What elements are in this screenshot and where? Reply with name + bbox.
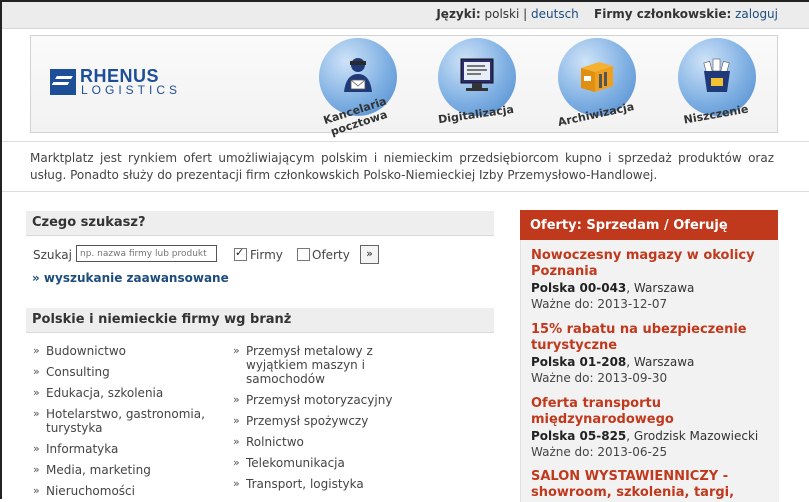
firms-checkbox[interactable]: [234, 246, 247, 261]
chevron-right-icon: »: [33, 344, 40, 357]
industry-link[interactable]: » Przemysł spożywczy: [233, 414, 369, 428]
chevron-right-icon: »: [33, 386, 40, 399]
offer-postcode: Polska 01-208: [531, 355, 627, 369]
languages-label: Języki:: [436, 7, 481, 21]
offer-item[interactable]: Oferta transportu międzynarodowego Polsk…: [531, 396, 771, 460]
industry-link[interactable]: » Przemysł metalowy z wyjątkiem maszyn i …: [233, 344, 381, 386]
industry-link[interactable]: » Przemysł motoryzacyjny: [233, 393, 393, 407]
language-deutsch-link[interactable]: deutsch: [531, 7, 579, 21]
industry-label: Przemysł metalowy z wyjątkiem maszyn i s…: [246, 344, 373, 386]
members-label: Firmy członkowskie:: [594, 7, 732, 21]
offer-location: Polska 01-208, Warszawa: [531, 354, 771, 370]
industry-label: Informatyka: [46, 442, 119, 456]
offers-checkbox[interactable]: [297, 248, 310, 261]
archive-box-icon: [581, 62, 613, 92]
intro-text: Marktplatz jest rynkiem ofert umożliwiaj…: [30, 151, 774, 182]
industry-label: Nieruchomości: [46, 484, 135, 498]
industry-label: Przemysł motoryzacyjny: [246, 393, 393, 407]
chevron-right-icon: »: [233, 414, 240, 427]
offer-location: Polska 05-825, Grodzisk Mazowiecki: [531, 428, 771, 444]
offer-item[interactable]: Nowoczesny magazy w okolicy Poznania Pol…: [531, 248, 771, 312]
language-current: polski: [484, 7, 520, 21]
chevron-right-icon: »: [33, 484, 40, 497]
offer-location: Polska 00-043, Warszawa: [531, 280, 771, 296]
industry-link[interactable]: » Telekomunikacja: [233, 456, 345, 470]
offers-heading: Oferty: Sprzedam / Oferuję: [520, 210, 778, 240]
service-kancelaria[interactable]: Kancelaria pocztowa: [314, 38, 397, 138]
monitor-icon: [460, 58, 494, 91]
industry-label: Telekomunikacja: [246, 456, 345, 470]
industry-label: Hotelarstwo, gastronomia, turystyka: [46, 407, 205, 435]
industry-label: Consulting: [46, 365, 110, 379]
offer-item[interactable]: SALON WYSTAWIENNICZY - showroom, szkolen…: [531, 469, 771, 501]
rhenus-logo[interactable]: RHENUS LOGISTICS: [50, 66, 200, 99]
search-row: Szukaj Firmy Oferty »: [33, 245, 493, 265]
offer-item[interactable]: 15% rabatu na ubezpieczenie turystyczne …: [531, 322, 771, 386]
offer-valid-date: Ważne do: 2013-12-07: [531, 297, 668, 311]
industry-label: Media, marketing: [46, 463, 151, 477]
login-link[interactable]: zaloguj: [735, 7, 778, 21]
offers-heading-text: Oferty: Sprzedam / Oferuję: [530, 218, 728, 233]
divider: [2, 191, 809, 192]
chevron-right-icon: »: [33, 407, 40, 420]
offers-checkbox-label[interactable]: Oferty: [312, 248, 350, 262]
shredder-icon: [703, 58, 730, 92]
chevron-right-icon: »: [233, 344, 240, 357]
offer-city: , Warszawa: [626, 281, 695, 295]
top-bar: Języki: polski | deutsch Firmy członkows…: [2, 2, 809, 29]
chevron-right-icon: »: [233, 477, 240, 490]
industries-heading: Polskie i niemieckie firmy wg branż: [26, 308, 494, 333]
service-digitalizacja[interactable]: Digitalizacja: [433, 38, 516, 130]
search-label: Szukaj: [33, 248, 72, 262]
offer-title[interactable]: SALON WYSTAWIENNICZY - showroom, szkolen…: [531, 469, 771, 501]
rhenus-logo-mark-icon: [50, 69, 76, 95]
industry-link[interactable]: » Consulting: [33, 365, 110, 379]
language-separator: |: [523, 7, 528, 21]
offer-valid-date: Ważne do: 2013-09-30: [531, 371, 668, 385]
offer-city: , Grodzisk Mazowiecki: [626, 429, 759, 443]
chevron-right-icon: »: [233, 393, 240, 406]
industry-link[interactable]: » Budownictwo: [33, 344, 127, 358]
offer-city: , Warszawa: [626, 355, 695, 369]
advanced-search-link[interactable]: » wyszukanie zaawansowane: [32, 271, 229, 285]
chevron-right-icon: »: [233, 456, 240, 469]
industry-label: Budownictwo: [46, 344, 127, 358]
search-input[interactable]: [76, 245, 217, 262]
industry-link[interactable]: » Nieruchomości: [33, 484, 135, 498]
industry-link[interactable]: » Media, marketing: [33, 463, 151, 477]
offer-title[interactable]: Nowoczesny magazy w okolicy Poznania: [531, 248, 771, 280]
industry-label: Rolnictwo: [246, 435, 304, 449]
chevron-right-icon: »: [33, 365, 40, 378]
offer-postcode: Polska 00-043: [531, 281, 627, 295]
offer-title[interactable]: 15% rabatu na ubezpieczenie turystyczne: [531, 322, 771, 354]
divider: [2, 141, 809, 142]
industry-link[interactable]: » Edukacja, szkolenia: [33, 386, 164, 400]
chevron-right-icon: »: [33, 463, 40, 476]
rhenus-banner[interactable]: RHENUS LOGISTICS Kancelaria pocztowa Dig…: [30, 35, 778, 138]
search-heading: Czego szukasz?: [26, 211, 494, 236]
chevron-right-icon: »: [33, 442, 40, 455]
search-submit-button[interactable]: »: [360, 245, 379, 264]
industry-label: Przemysł spożywczy: [246, 414, 369, 428]
search-heading-text: Czego szukasz?: [32, 215, 146, 230]
industry-link[interactable]: » Informatyka: [33, 442, 119, 456]
offer-title[interactable]: Oferta transportu międzynarodowego: [531, 396, 771, 428]
industry-link[interactable]: » Transport, logistyka: [233, 477, 364, 491]
logo-text-bottom: LOGISTICS: [81, 83, 182, 97]
industry-link[interactable]: » Rolnictwo: [233, 435, 304, 449]
offer-postcode: Polska 05-825: [531, 429, 627, 443]
industries-heading-text: Polskie i niemieckie firmy wg branż: [32, 312, 292, 327]
language-bar: Języki: polski | deutsch Firmy członkows…: [436, 7, 778, 21]
postman-icon: [344, 58, 372, 92]
industry-label: Edukacja, szkolenia: [46, 386, 164, 400]
industry-link[interactable]: » Hotelarstwo, gastronomia, turystyka: [33, 407, 206, 435]
offer-valid-date: Ważne do: 2013-06-25: [531, 445, 668, 459]
service-niszczenie[interactable]: Niszczenie: [673, 38, 756, 130]
service-archiwizacja[interactable]: Archiwizacja: [553, 38, 636, 130]
firms-checkbox-label[interactable]: Firmy: [250, 248, 283, 262]
industry-label: Transport, logistyka: [246, 477, 364, 491]
chevron-right-icon: »: [233, 435, 240, 448]
